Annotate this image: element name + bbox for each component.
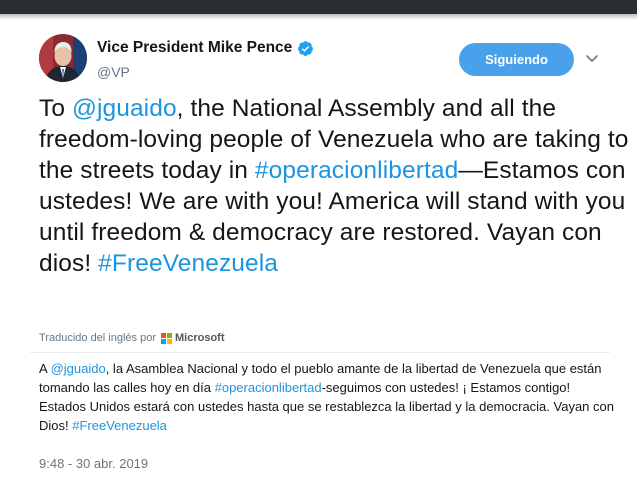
translation-attribution: Traducido del inglés por Microsoft	[39, 332, 225, 344]
hashtag-link[interactable]: #FreeVenezuela	[98, 250, 278, 277]
avatar[interactable]	[39, 34, 87, 82]
mention-link[interactable]: @jguaido	[51, 361, 106, 376]
translated-text: A @jguaido, la Asamblea Nacional y todo …	[39, 359, 619, 435]
hashtag-link[interactable]: #operacionlibertad	[215, 380, 322, 395]
translated-text-segment: A	[39, 361, 51, 376]
chevron-down-icon[interactable]	[584, 50, 600, 66]
tweet-timestamp[interactable]: 9:48 - 30 abr. 2019	[39, 456, 148, 471]
translation-provider[interactable]: Microsoft	[175, 332, 225, 344]
tweet-text-segment: To	[39, 95, 72, 122]
tweet-card: Vice President Mike Pence @VP Siguiendo …	[0, 20, 637, 480]
hashtag-link[interactable]: #FreeVenezuela	[72, 418, 167, 433]
translation-label: Traducido del inglés por	[39, 332, 156, 344]
mention-link[interactable]: @jguaido	[72, 95, 177, 122]
tweet-text: To @jguaido, the National Assembly and a…	[39, 93, 629, 279]
avatar-image	[39, 34, 87, 82]
user-handle[interactable]: @VP	[97, 64, 130, 80]
window-top-bar	[0, 0, 637, 14]
microsoft-logo[interactable]	[161, 332, 172, 344]
user-name-row[interactable]: Vice President Mike Pence	[97, 39, 314, 57]
following-button[interactable]: Siguiendo	[459, 43, 574, 76]
verified-badge-icon	[298, 40, 314, 56]
hashtag-link[interactable]: #operacionlibertad	[255, 157, 458, 184]
divider	[30, 352, 610, 353]
display-name[interactable]: Vice President Mike Pence	[97, 39, 292, 57]
